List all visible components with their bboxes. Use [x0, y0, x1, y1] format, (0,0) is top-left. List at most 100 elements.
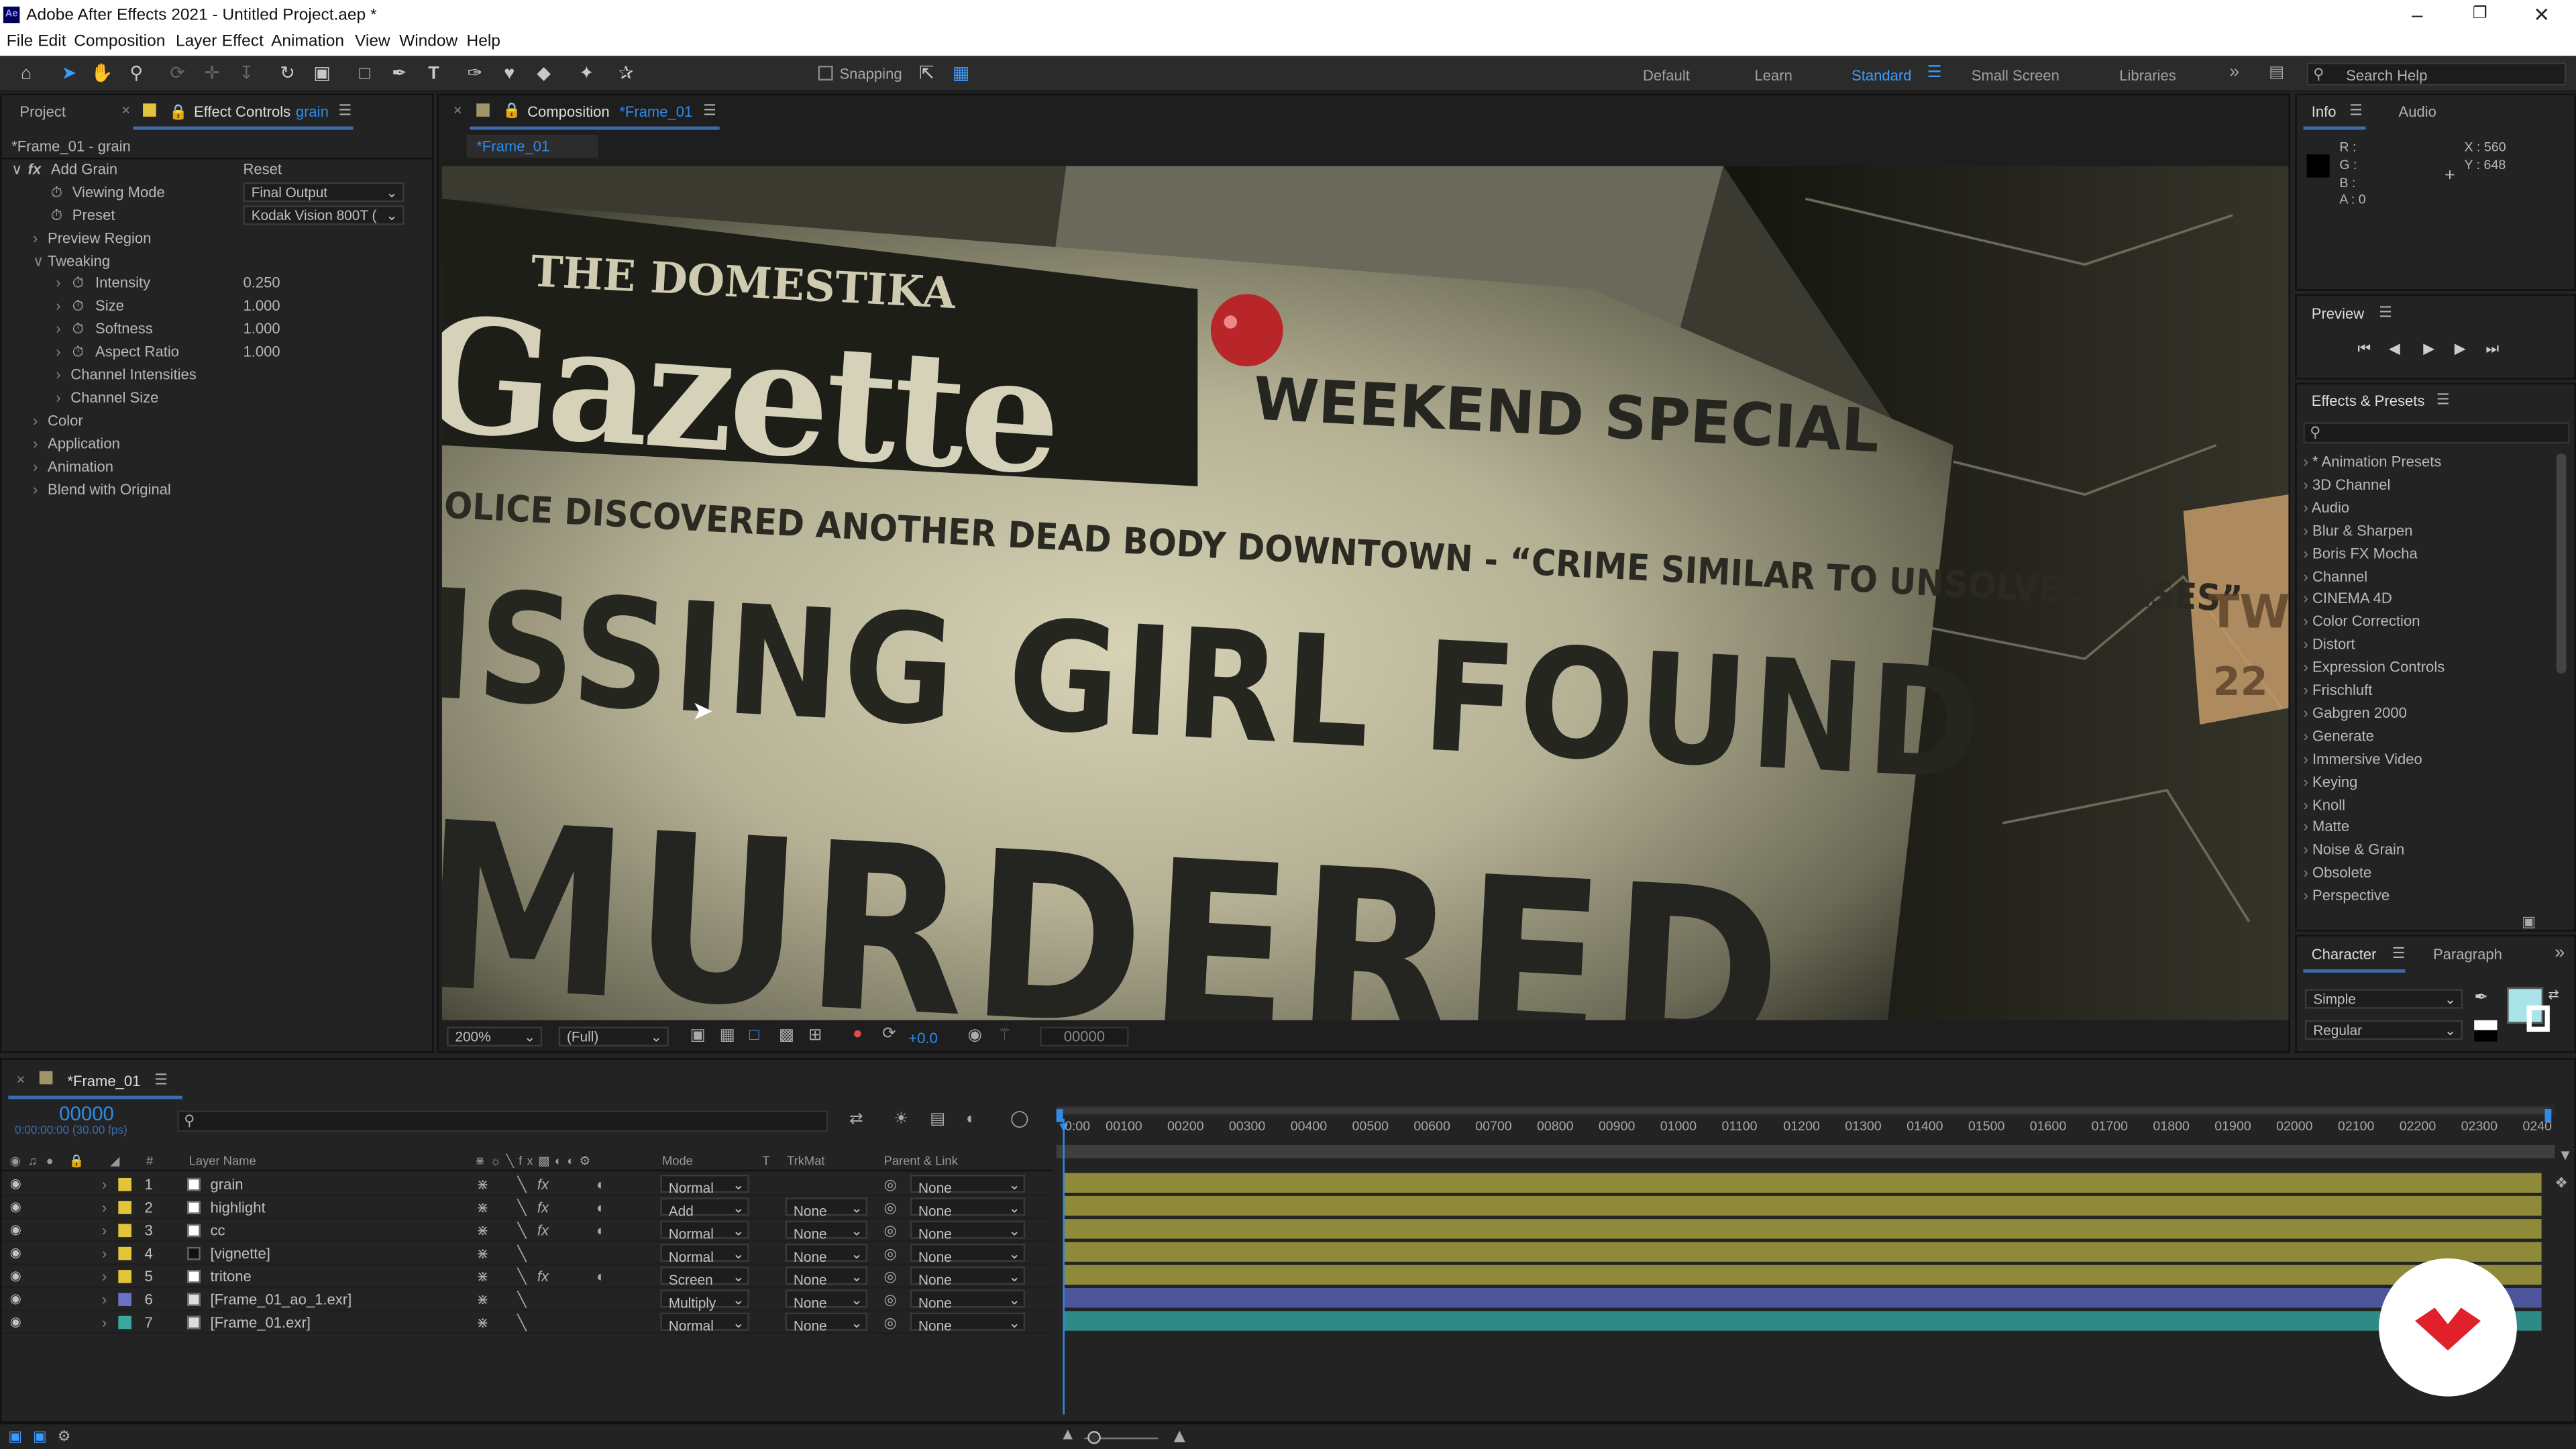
comp-mini-flowchart-icon[interactable]: ⇄	[849, 1111, 863, 1129]
layer-row[interactable]: ◉ › 6 [Frame_01_ao_1.exr] ⋇ ╲ Multiply ⌄ …	[1, 1288, 1053, 1311]
layer-mode-dropdown[interactable]: Normal ⌄	[660, 1220, 749, 1242]
close-icon[interactable]: ✕	[2533, 3, 2550, 26]
effects-category-item[interactable]: › Boris FX Mocha	[2303, 545, 2417, 561]
shy-switch-icon[interactable]: ⋇	[476, 1314, 488, 1332]
fx-icon[interactable]: fx	[537, 1222, 549, 1238]
panel-menu-icon[interactable]: ☰	[2392, 945, 2406, 963]
lock-icon[interactable]: 🔒	[502, 102, 521, 120]
close-comp-tab-icon[interactable]: ×	[453, 102, 462, 118]
effects-category-item[interactable]: › Immersive Video	[2303, 750, 2422, 766]
chevron-right-icon[interactable]: ›	[56, 321, 60, 337]
swap-colors-icon[interactable]: ⇄	[2548, 987, 2559, 1002]
chevron-right-icon[interactable]: ›	[56, 366, 60, 382]
hand-tool-icon[interactable]: ✋	[91, 62, 113, 85]
menu-layer[interactable]: Layer	[176, 33, 217, 51]
trkmat-dropdown[interactable]: None ⌄	[785, 1243, 868, 1265]
eye-icon[interactable]: ◉	[10, 1245, 21, 1260]
layer-name[interactable]: tritone	[210, 1269, 251, 1285]
video-toggle-icon[interactable]: ◉	[10, 1153, 21, 1168]
roto-brush-tool-icon[interactable]: ✦	[575, 62, 598, 85]
eye-icon[interactable]: ◉	[10, 1291, 21, 1306]
layer-row[interactable]: ◉ › 1 grain ⋇ ╲ fx ◐ Normal ⌄ ◎ None ⌄	[1, 1173, 1053, 1196]
comp-marker-bin-icon[interactable]: ❖	[2555, 1175, 2568, 1193]
play-icon[interactable]: ▶	[2423, 340, 2434, 358]
menu-edit[interactable]: Edit	[38, 33, 66, 51]
pick-whip-icon[interactable]: ◎	[884, 1314, 897, 1332]
workspace-small-screen[interactable]: Small Screen	[1972, 67, 2059, 83]
time-navigator[interactable]	[1056, 1144, 2555, 1159]
rotation-tool-icon[interactable]: ↻	[276, 62, 299, 85]
shy-switch-icon[interactable]: ⋇	[476, 1291, 488, 1309]
stopwatch-icon[interactable]: ⏱	[72, 321, 84, 339]
reset-exposure-icon[interactable]: ⟳	[882, 1025, 896, 1043]
audio-toggle-icon[interactable]: ♫	[28, 1153, 38, 1168]
viewing-mode-dropdown[interactable]: Final Output ⌄	[243, 182, 405, 203]
effects-category-item[interactable]: › Obsolete	[2303, 865, 2371, 881]
previous-frame-icon[interactable]: ◀	[2389, 340, 2400, 358]
adjustment-layer-icon[interactable]: ◐	[596, 1269, 605, 1285]
parent-dropdown[interactable]: None ⌄	[910, 1312, 1026, 1334]
zoom-in-icon[interactable]: ▲	[1170, 1424, 1189, 1447]
chevron-right-icon[interactable]: ›	[102, 1222, 107, 1238]
menu-composition[interactable]: Composition	[74, 33, 165, 51]
menu-window[interactable]: Window	[399, 33, 458, 51]
layer-duration-bar[interactable]	[1064, 1288, 2542, 1308]
panel-menu-icon[interactable]: ☰	[2349, 102, 2363, 120]
zoom-out-icon[interactable]: ▲	[1060, 1426, 1076, 1444]
timeline-current-time[interactable]: 00000	[59, 1102, 114, 1125]
timeline-tab-label[interactable]: *Frame_01	[67, 1073, 140, 1089]
anchor-tool-icon[interactable]: ▣	[311, 62, 333, 85]
layer-label-color[interactable]	[118, 1316, 131, 1330]
show-snapshot-icon[interactable]: ⚚	[998, 1027, 1012, 1045]
parent-dropdown[interactable]: None ⌄	[910, 1197, 1026, 1219]
snapping-checkbox[interactable]	[818, 65, 833, 81]
workspace-default[interactable]: Default	[1643, 67, 1690, 83]
layer-mode-dropdown[interactable]: Normal ⌄	[660, 1312, 749, 1334]
layer-label-color[interactable]	[118, 1293, 131, 1306]
graph-editor-icon[interactable]: ◯	[1010, 1111, 1028, 1129]
layer-duration-bar[interactable]	[1064, 1311, 2542, 1331]
snap-grid-icon[interactable]: ▦	[950, 62, 973, 85]
more-workspaces-icon[interactable]: »	[2229, 62, 2239, 82]
current-time-field[interactable]: 00000	[1040, 1026, 1129, 1047]
effects-category-item[interactable]: › CINEMA 4D	[2303, 590, 2392, 606]
quality-switch-icon[interactable]: ╲	[517, 1199, 526, 1218]
toggle-mask-icon[interactable]: ▩	[779, 1027, 794, 1045]
layer-label-color[interactable]	[118, 1246, 131, 1260]
tab-audio[interactable]: Audio	[2399, 103, 2436, 119]
type-tool-icon[interactable]: T	[422, 62, 445, 85]
tab-info[interactable]: Info	[2312, 103, 2337, 119]
composition-name[interactable]: *Frame_01	[619, 103, 692, 119]
chevron-right-icon[interactable]: ›	[56, 389, 60, 405]
pick-whip-icon[interactable]: ◎	[884, 1176, 897, 1194]
chevron-right-icon[interactable]: ›	[102, 1176, 107, 1192]
effects-category-item[interactable]: › 3D Channel	[2303, 476, 2390, 492]
adjustment-layer-icon[interactable]: ◐	[596, 1199, 605, 1216]
eye-icon[interactable]: ◉	[10, 1176, 21, 1191]
close-project-tab-icon[interactable]: ×	[121, 102, 130, 118]
work-area-bar[interactable]	[1056, 1106, 2555, 1116]
rectangle-tool-icon[interactable]: □	[354, 62, 376, 85]
puppet-tool-icon[interactable]: ✰	[614, 62, 637, 85]
first-frame-icon[interactable]: ⏮	[2357, 340, 2371, 358]
preview-region-group[interactable]: Preview Region	[48, 230, 151, 246]
layer-mode-dropdown[interactable]: Normal ⌄	[660, 1243, 749, 1265]
stopwatch-icon[interactable]: ⏱	[51, 207, 62, 225]
exposure-value[interactable]: +0.0	[908, 1030, 938, 1046]
fx-icon[interactable]: fx	[537, 1199, 549, 1216]
menu-view[interactable]: View	[355, 33, 390, 51]
panel-menu-icon[interactable]: ☰	[2436, 391, 2450, 409]
lock-toggle-icon[interactable]: 🔒	[69, 1153, 85, 1168]
layer-label-color[interactable]	[118, 1201, 131, 1214]
application-group[interactable]: Application	[48, 435, 120, 451]
chevron-right-icon[interactable]: ›	[33, 435, 38, 451]
resolution-dropdown[interactable]: (Full) ⌄	[558, 1026, 669, 1047]
menu-help[interactable]: Help	[467, 33, 500, 51]
eraser-tool-icon[interactable]: ◆	[532, 62, 555, 85]
effects-category-item[interactable]: › Blur & Sharpen	[2303, 522, 2412, 538]
more-panels-icon[interactable]: »	[2555, 943, 2565, 963]
param-softness-value[interactable]: 1.000	[243, 321, 280, 337]
workspace-menu-icon[interactable]: ☰	[1927, 64, 1942, 83]
stopwatch-icon[interactable]: ⏱	[51, 184, 62, 202]
last-frame-icon[interactable]: ⏭	[2485, 340, 2499, 358]
